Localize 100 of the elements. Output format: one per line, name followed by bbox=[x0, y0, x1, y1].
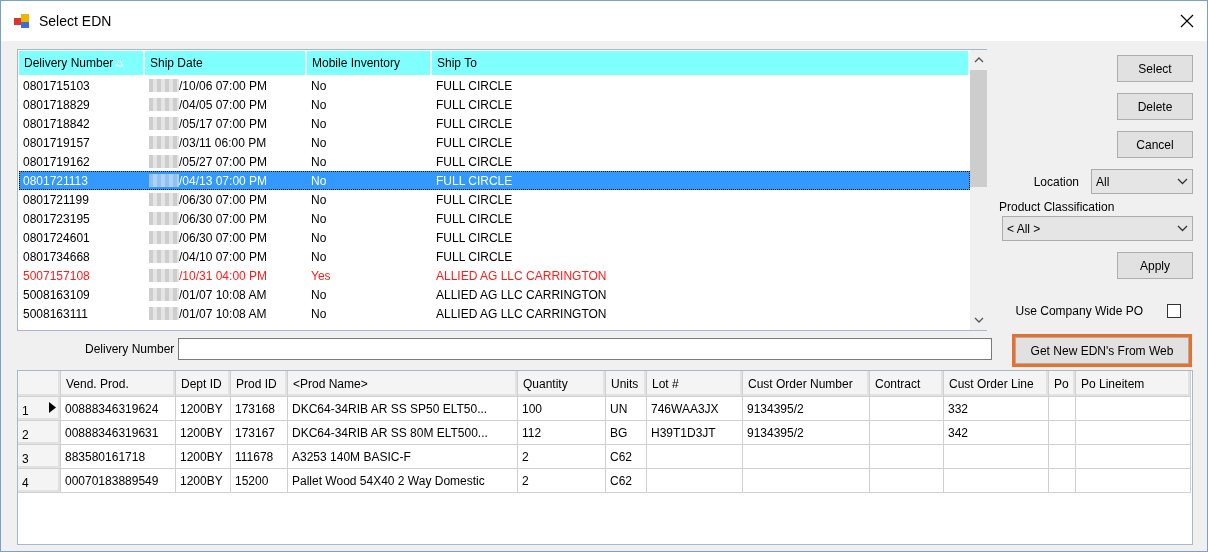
table-cell: BG bbox=[606, 421, 647, 445]
table-cell: 342 bbox=[944, 421, 1049, 445]
table-cell: ALLIED AG LLC CARRINGTON bbox=[436, 306, 607, 321]
column-header[interactable]: Po Lineitem bbox=[1076, 371, 1191, 397]
table-cell: 1200BY bbox=[176, 469, 231, 493]
table-cell: 883580161718 bbox=[61, 445, 176, 469]
redaction-blur bbox=[149, 136, 179, 149]
table-cell: 1200BY bbox=[176, 445, 231, 469]
redaction-blur bbox=[149, 193, 179, 206]
scroll-down-icon[interactable] bbox=[973, 315, 984, 325]
location-dropdown[interactable]: All bbox=[1091, 169, 1193, 194]
table-cell: FULL CIRCLE bbox=[436, 116, 513, 131]
row-number: 4 bbox=[22, 476, 29, 490]
redaction-blur bbox=[149, 98, 179, 111]
scroll-thumb[interactable] bbox=[970, 70, 987, 187]
edn-row[interactable]: 0801723195 /06/30 07:00 PM No FULL CIRCLE bbox=[19, 209, 970, 228]
table-cell: No bbox=[311, 306, 327, 321]
column-header[interactable]: Cust Order Line bbox=[944, 371, 1049, 397]
table-cell: 0801721199 bbox=[23, 192, 89, 207]
table-cell: Yes bbox=[311, 268, 331, 283]
edn-row[interactable]: 0801724601 /06/30 07:00 PM No FULL CIRCLE bbox=[19, 228, 970, 247]
table-cell: No bbox=[311, 116, 327, 131]
table-cell: 112 bbox=[518, 421, 606, 445]
get-edns-button[interactable]: Get New EDN's From Web bbox=[1015, 337, 1189, 364]
column-header[interactable]: Mobile Inventory bbox=[307, 51, 432, 75]
table-cell: /01/07 10:08 AM bbox=[179, 287, 267, 302]
table-cell: 0801734668 bbox=[23, 249, 90, 264]
row-number: 3 bbox=[22, 452, 29, 466]
product-classification-label: Product Classification bbox=[999, 200, 1115, 214]
table-cell: No bbox=[311, 249, 327, 264]
table-cell: Pallet Wood 54X40 2 Way Domestic bbox=[288, 469, 518, 493]
apply-button[interactable]: Apply bbox=[1117, 252, 1193, 279]
table-cell: A3253 140M BASIC-F bbox=[288, 445, 518, 469]
column-header[interactable]: <Prod Name> bbox=[288, 371, 518, 397]
dropdown-caret-icon bbox=[1177, 178, 1188, 185]
checkbox[interactable] bbox=[1167, 304, 1181, 318]
row-header[interactable]: 4 bbox=[18, 469, 61, 493]
column-header[interactable]: Po bbox=[1049, 371, 1076, 397]
column-header[interactable]: Prod ID bbox=[231, 371, 288, 397]
row-header[interactable]: 2 bbox=[18, 421, 61, 445]
column-header[interactable]: Ship To bbox=[432, 51, 970, 75]
column-header[interactable]: Vend. Prod. bbox=[61, 371, 176, 397]
table-cell bbox=[1049, 469, 1076, 493]
table-cell: 15200 bbox=[231, 469, 288, 493]
column-header[interactable]: Contract bbox=[870, 371, 944, 397]
table-cell: 1200BY bbox=[176, 421, 231, 445]
table-cell bbox=[1049, 421, 1076, 445]
edn-row[interactable]: 0801721199 /06/30 07:00 PM No FULL CIRCLE bbox=[19, 190, 970, 209]
edn-row[interactable]: 5007157108 /10/31 04:00 PM Yes ALLIED AG LLC CARRINGTON bbox=[19, 266, 970, 285]
edn-row[interactable]: 0801719157 /03/11 06:00 PM No FULL CIRCLE bbox=[19, 133, 970, 152]
redaction-blur bbox=[149, 155, 179, 168]
edn-row[interactable]: 0801734668 /04/10 07:00 PM No FULL CIRCLE bbox=[19, 247, 970, 266]
table-cell: /01/07 10:08 AM bbox=[179, 306, 267, 321]
action-button[interactable]: Cancel bbox=[1117, 131, 1193, 158]
delivery-number-field[interactable] bbox=[178, 337, 992, 360]
edn-row[interactable]: 5008163109 /01/07 10:08 AM No ALLIED AG LLC CARRINGTON bbox=[19, 285, 970, 304]
dropdown-caret-icon bbox=[1177, 225, 1188, 232]
column-header[interactable]: Ship Date bbox=[145, 51, 307, 75]
table-cell: 00070183889549 bbox=[61, 469, 176, 493]
table-cell: 5007157108 bbox=[23, 268, 90, 283]
current-row-icon bbox=[49, 402, 56, 413]
table-cell: 0801721113 bbox=[23, 173, 88, 188]
table-cell: FULL CIRCLE bbox=[436, 192, 513, 207]
edn-row[interactable]: 0801719162 /05/27 07:00 PM No FULL CIRCLE bbox=[19, 152, 970, 171]
column-header[interactable]: Delivery Number bbox=[19, 51, 145, 75]
product-classification-dropdown[interactable]: < All > bbox=[1002, 216, 1193, 241]
table-cell: FULL CIRCLE bbox=[436, 97, 513, 112]
table-cell: 2 bbox=[518, 469, 606, 493]
row-number: 2 bbox=[22, 428, 29, 442]
edn-row[interactable]: 0801718829 /04/05 07:00 PM No FULL CIRCLE bbox=[19, 95, 970, 114]
column-header[interactable]: Units bbox=[606, 371, 647, 397]
location-label: Location bbox=[1033, 174, 1079, 189]
table-cell: No bbox=[311, 154, 327, 169]
table-cell: ALLIED AG LLC CARRINGTON bbox=[436, 268, 607, 283]
table-cell: 0801715103 bbox=[23, 78, 90, 93]
table-cell: 0801723195 bbox=[23, 211, 90, 226]
edn-row[interactable]: 0801715103 /10/06 07:00 PM No FULL CIRCLE bbox=[19, 76, 970, 95]
table-cell: FULL CIRCLE bbox=[436, 249, 513, 264]
scroll-up-icon[interactable] bbox=[973, 55, 984, 65]
redaction-blur bbox=[149, 117, 179, 130]
vertical-scrollbar[interactable] bbox=[970, 50, 987, 330]
column-header[interactable]: Quantity bbox=[518, 371, 606, 397]
edn-row[interactable]: 5008163111 /01/07 10:08 AM No ALLIED AG LLC CARRINGTON bbox=[19, 304, 970, 323]
field-label: Delivery Number bbox=[85, 341, 175, 356]
row-header[interactable]: 1 bbox=[18, 397, 61, 421]
table-cell: 0801719157 bbox=[23, 135, 90, 150]
column-header[interactable]: Lot # bbox=[647, 371, 743, 397]
edn-row[interactable]: 0801718842 /05/17 07:00 PM No FULL CIRCLE bbox=[19, 114, 970, 133]
action-button[interactable]: Select bbox=[1117, 55, 1193, 82]
table-cell: ALLIED AG LLC CARRINGTON bbox=[436, 287, 607, 302]
close-icon[interactable] bbox=[1179, 13, 1195, 29]
action-button[interactable]: Delete bbox=[1117, 93, 1193, 120]
table-cell: No bbox=[311, 97, 327, 112]
table-cell: 0801718842 bbox=[23, 116, 90, 131]
column-header[interactable]: Dept ID bbox=[176, 371, 231, 397]
table-cell: FULL CIRCLE bbox=[436, 154, 513, 169]
column-header[interactable]: Cust Order Number bbox=[743, 371, 870, 397]
table-cell: 0801724601 bbox=[23, 230, 90, 245]
row-header[interactable]: 3 bbox=[18, 445, 61, 469]
table-cell: C62 bbox=[606, 469, 647, 493]
